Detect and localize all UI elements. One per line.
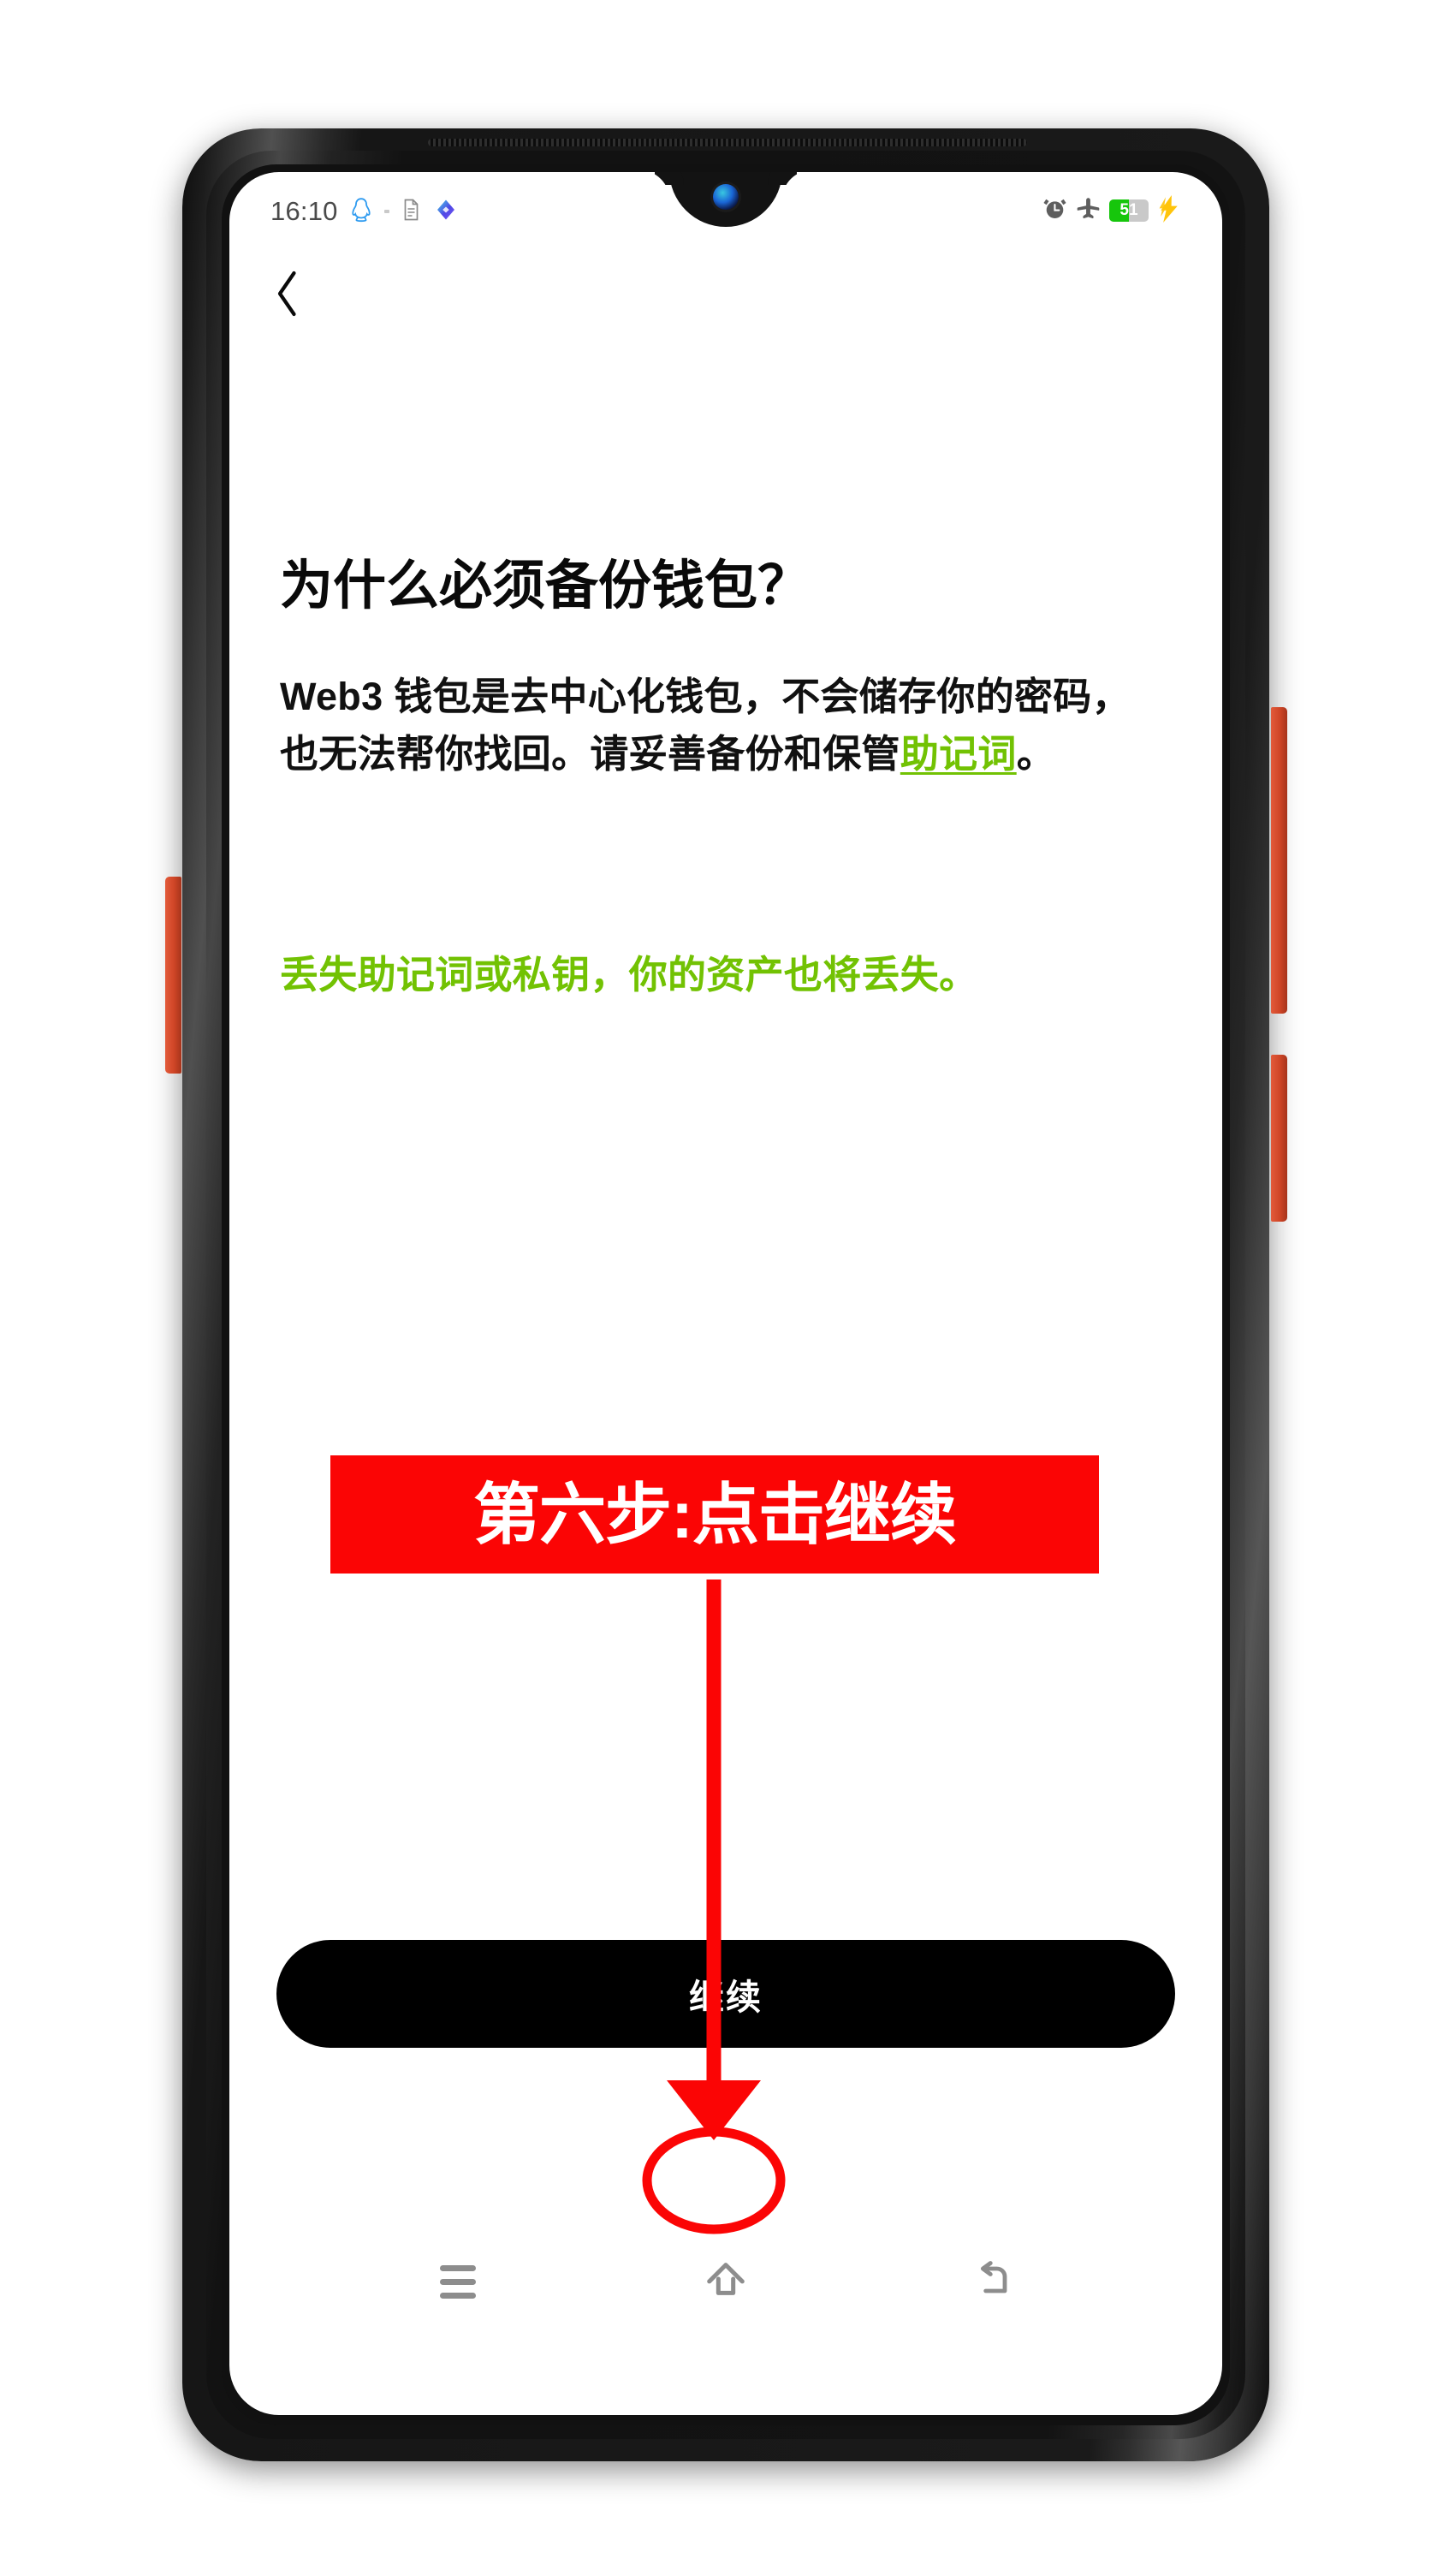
status-bar: 16:10 51	[229, 172, 1222, 235]
home-icon	[703, 2257, 749, 2307]
nav-home-button[interactable]	[674, 2240, 777, 2323]
chevron-left-icon	[272, 268, 303, 324]
status-bar-left-group: 16:10	[270, 196, 456, 227]
status-bar-right-group: 51	[1042, 194, 1181, 227]
document-copy-icon	[401, 197, 424, 227]
volume-up-button[interactable]	[1271, 707, 1287, 1014]
app-back-button[interactable]	[248, 256, 327, 335]
alarm-clock-icon	[1042, 196, 1067, 225]
continue-button-label: 继续	[689, 1978, 763, 2017]
page-title: 为什么必须备份钱包？	[280, 556, 811, 616]
volume-down-button[interactable]	[1271, 1055, 1287, 1222]
earpiece-speaker-grille	[428, 139, 1027, 146]
mnemonic-phrase-link[interactable]: 助记词	[900, 732, 1017, 776]
nav-back-button[interactable]	[942, 2240, 1045, 2323]
battery-indicator: 51	[1109, 199, 1149, 222]
qq-penguin-icon	[350, 197, 372, 227]
nav-recents-button[interactable]	[407, 2240, 509, 2323]
body-text-after-link: 。	[1016, 731, 1056, 776]
android-navigation-bar	[229, 2230, 1222, 2333]
phone-screen: 16:10 51 为什么必须备份钱包？ Web3 钱包是去中心化钱包，不会储存你…	[229, 172, 1222, 2415]
lightning-bolt-icon	[1157, 194, 1181, 227]
back-arrow-icon	[971, 2258, 1016, 2306]
continue-button[interactable]: 继续	[276, 1940, 1175, 2048]
airplane-mode-icon	[1076, 196, 1101, 225]
hamburger-menu-icon	[439, 2264, 476, 2299]
battery-level-text: 51	[1119, 201, 1138, 219]
power-button[interactable]	[165, 877, 181, 1074]
warning-text: 丢失助记词或私钥，你的资产也将丢失。	[280, 953, 978, 996]
blue-diamond-icon	[436, 199, 456, 225]
body-paragraph: Web3 钱包是去中心化钱包，不会储存你的密码，也无法帮你找回。请妥善备份和保管…	[280, 669, 1151, 782]
separator-dot-icon	[383, 210, 389, 213]
status-bar-clock: 16:10	[270, 196, 338, 226]
